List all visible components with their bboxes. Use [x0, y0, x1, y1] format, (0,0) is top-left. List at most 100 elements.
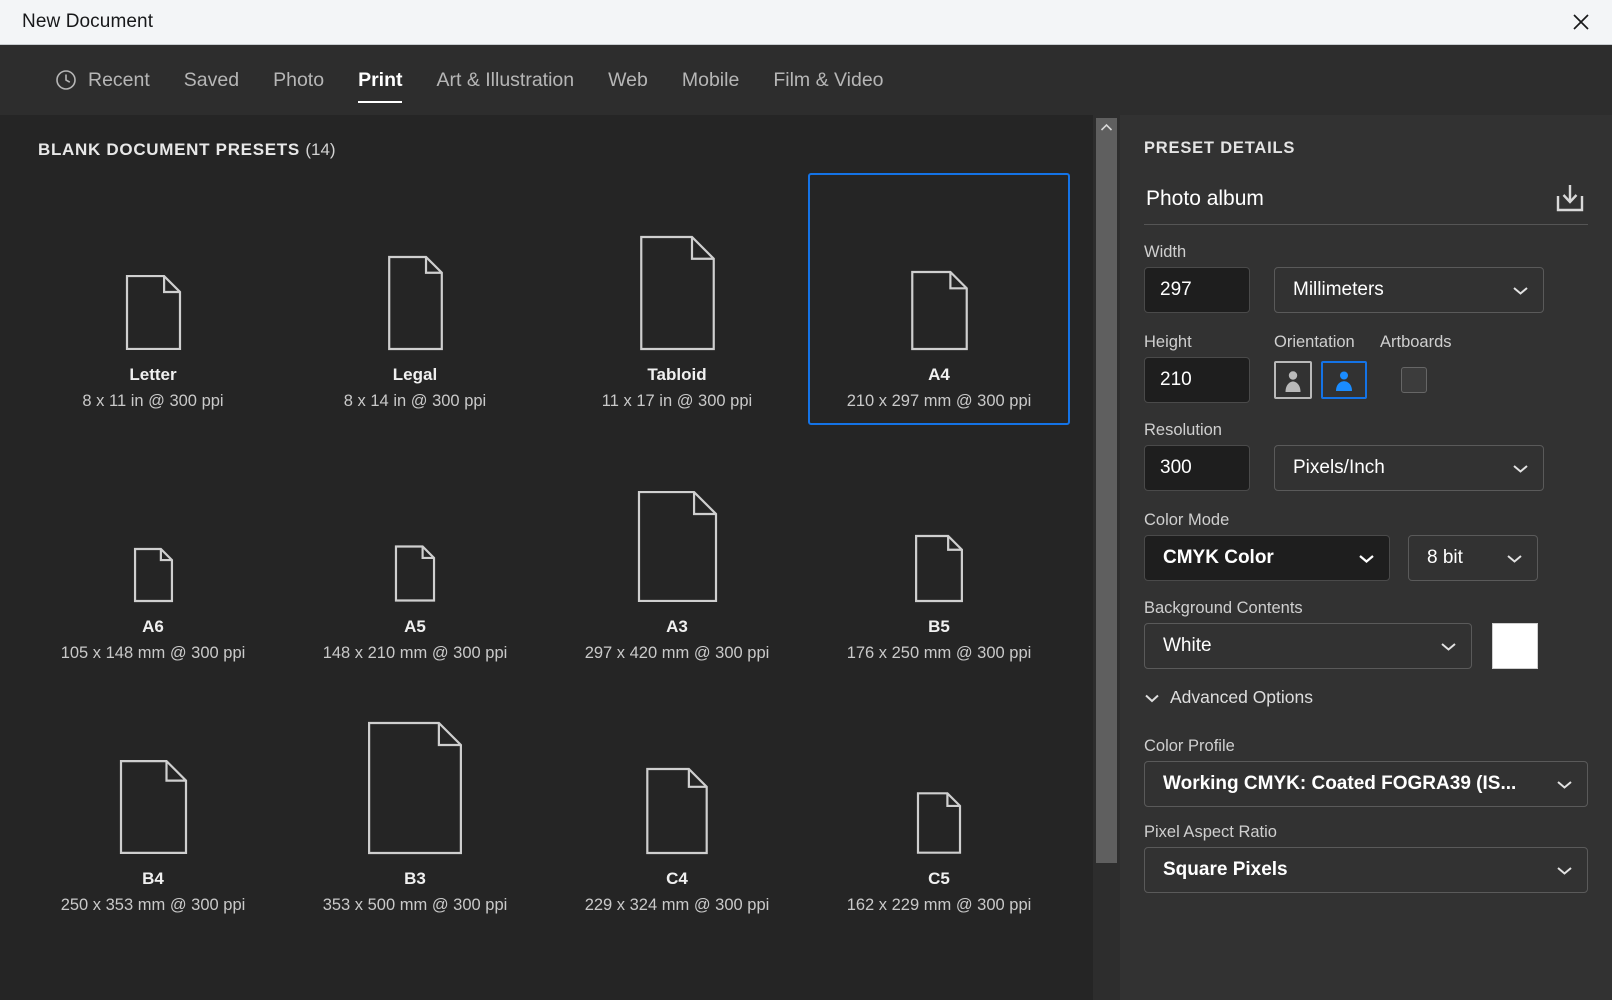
- blank-document-presets-panel: BLANK DOCUMENT PRESETS (14) Letter 8 x 11…: [0, 115, 1093, 1000]
- artboards-label: Artboards: [1380, 333, 1452, 351]
- preset-card-letter[interactable]: Letter 8 x 11 in @ 300 ppi: [22, 173, 284, 425]
- chevron-down-icon: [1512, 285, 1529, 296]
- resolution-input[interactable]: 300: [1144, 445, 1250, 491]
- background-contents-select[interactable]: White: [1144, 623, 1472, 669]
- pixel-aspect-ratio-label: Pixel Aspect Ratio: [1144, 823, 1277, 841]
- preset-card-b5[interactable]: B5 176 x 250 mm @ 300 ppi: [808, 425, 1070, 677]
- document-page-icon: [286, 427, 544, 617]
- presets-scrollbar[interactable]: [1093, 115, 1120, 1000]
- background-contents-row: White: [1144, 623, 1538, 669]
- advanced-options-toggle[interactable]: Advanced Options: [1144, 687, 1313, 708]
- tab-recent[interactable]: Recent: [38, 45, 167, 115]
- preset-size: 105 x 148 mm @ 300 ppi: [60, 644, 246, 662]
- chevron-down-icon: [1358, 553, 1375, 564]
- preset-name: B5: [928, 617, 950, 636]
- tab-print[interactable]: Print: [341, 45, 419, 115]
- dialog-body: BLANK DOCUMENT PRESETS (14) Letter 8 x 11…: [0, 115, 1612, 1000]
- color-depth-select[interactable]: 8 bit: [1408, 535, 1538, 581]
- color-mode-select[interactable]: CMYK Color: [1144, 535, 1390, 581]
- chevron-down-icon: [1440, 641, 1457, 652]
- preset-name: A3: [666, 617, 688, 636]
- document-page-icon: [24, 175, 282, 365]
- artboards-checkbox[interactable]: [1401, 367, 1427, 393]
- preset-details-panel: PRESET DETAILS Width 297 Millimeters: [1120, 115, 1612, 1000]
- tab-label: Print: [358, 68, 403, 91]
- orientation-landscape-button[interactable]: [1321, 361, 1367, 399]
- document-page-icon: [810, 679, 1068, 869]
- width-unit-value: Millimeters: [1293, 279, 1384, 300]
- chevron-down-icon: [1556, 779, 1573, 790]
- document-page-icon: [810, 427, 1068, 617]
- color-profile-label-wrap: Color Profile: [1144, 737, 1235, 756]
- width-input[interactable]: 297: [1144, 267, 1250, 313]
- color-depth-value: 8 bit: [1427, 547, 1463, 568]
- chevron-up-icon: [1100, 119, 1113, 137]
- tab-art-illustration[interactable]: Art & Illustration: [419, 45, 591, 115]
- clock-icon: [55, 69, 77, 91]
- close-button[interactable]: [1550, 0, 1612, 44]
- presets-heading-label: BLANK DOCUMENT PRESETS: [38, 140, 300, 159]
- height-label: Height: [1144, 333, 1192, 351]
- scroll-up-button[interactable]: [1096, 118, 1117, 138]
- tab-film-video[interactable]: Film & Video: [756, 45, 900, 115]
- background-contents-label-wrap: Background Contents: [1144, 599, 1303, 618]
- preset-size: 11 x 17 in @ 300 ppi: [601, 392, 753, 410]
- window-titlebar: New Document: [0, 0, 1612, 45]
- preset-size: 353 x 500 mm @ 300 ppi: [322, 896, 508, 914]
- color-mode-label-wrap: Color Mode: [1144, 511, 1229, 530]
- tab-label: Web: [608, 68, 648, 91]
- document-page-icon: [286, 679, 544, 869]
- preset-card-legal[interactable]: Legal 8 x 14 in @ 300 ppi: [284, 173, 546, 425]
- chevron-down-icon: [1512, 463, 1529, 474]
- resolution-unit-select[interactable]: Pixels/Inch: [1274, 445, 1544, 491]
- width-label-wrap: Width: [1144, 243, 1186, 262]
- preset-size: 8 x 11 in @ 300 ppi: [82, 392, 224, 410]
- preset-name-row: [1144, 177, 1588, 225]
- color-mode-row: CMYK Color 8 bit: [1144, 535, 1538, 581]
- save-preset-icon[interactable]: [1552, 182, 1588, 220]
- preset-card-c5[interactable]: C5 162 x 229 mm @ 300 ppi: [808, 677, 1070, 929]
- resolution-label-wrap: Resolution: [1144, 421, 1222, 440]
- document-page-icon: [810, 175, 1068, 365]
- orientation-portrait-button[interactable]: [1274, 361, 1312, 399]
- preset-name: A5: [404, 617, 426, 636]
- pixel-aspect-ratio-value: Square Pixels: [1163, 859, 1288, 880]
- preset-size: 229 x 324 mm @ 300 ppi: [584, 896, 770, 914]
- preset-name: Tabloid: [647, 365, 707, 384]
- tab-label: Saved: [183, 68, 240, 91]
- tab-label: Art & Illustration: [436, 68, 575, 91]
- window-title: New Document: [22, 11, 154, 32]
- document-page-icon: [548, 679, 806, 869]
- category-tabbar: Recent Saved Photo Print Art & Illustration W…: [0, 45, 1612, 115]
- preset-card-c4[interactable]: C4 229 x 324 mm @ 300 ppi: [546, 677, 808, 929]
- preset-details-heading: PRESET DETAILS: [1144, 139, 1296, 157]
- color-profile-row: Working CMYK: Coated FOGRA39 (IS...: [1144, 761, 1588, 807]
- color-profile-select[interactable]: Working CMYK: Coated FOGRA39 (IS...: [1144, 761, 1588, 807]
- tab-photo[interactable]: Photo: [256, 45, 341, 115]
- preset-card-b4[interactable]: B4 250 x 353 mm @ 300 ppi: [22, 677, 284, 929]
- background-color-swatch[interactable]: [1492, 623, 1538, 669]
- preset-size: 210 x 297 mm @ 300 ppi: [846, 392, 1032, 410]
- preset-card-tabloid[interactable]: Tabloid 11 x 17 in @ 300 ppi: [546, 173, 808, 425]
- color-profile-value: Working CMYK: Coated FOGRA39 (IS...: [1163, 773, 1517, 794]
- preset-card-b3[interactable]: B3 353 x 500 mm @ 300 ppi: [284, 677, 546, 929]
- preset-card-a6[interactable]: A6 105 x 148 mm @ 300 ppi: [22, 425, 284, 677]
- tab-saved[interactable]: Saved: [167, 45, 256, 115]
- preset-card-a4[interactable]: A4 210 x 297 mm @ 300 ppi: [808, 173, 1070, 425]
- height-input[interactable]: 210: [1144, 357, 1250, 403]
- scrollbar-thumb[interactable]: [1096, 118, 1117, 863]
- preset-name-input[interactable]: [1144, 186, 1504, 215]
- preset-name: A4: [928, 365, 950, 384]
- resolution-label: Resolution: [1144, 421, 1222, 439]
- chevron-down-icon: [1556, 865, 1573, 876]
- preset-card-a5[interactable]: A5 148 x 210 mm @ 300 ppi: [284, 425, 546, 677]
- preset-size: 297 x 420 mm @ 300 ppi: [584, 644, 770, 662]
- tab-web[interactable]: Web: [591, 45, 665, 115]
- width-unit-select[interactable]: Millimeters: [1274, 267, 1544, 313]
- preset-card-a3[interactable]: A3 297 x 420 mm @ 300 ppi: [546, 425, 808, 677]
- preset-size: 148 x 210 mm @ 300 ppi: [322, 644, 508, 662]
- pixel-aspect-ratio-select[interactable]: Square Pixels: [1144, 847, 1588, 893]
- preset-size: 162 x 229 mm @ 300 ppi: [846, 896, 1032, 914]
- tab-mobile[interactable]: Mobile: [665, 45, 756, 115]
- resolution-unit-value: Pixels/Inch: [1293, 457, 1385, 478]
